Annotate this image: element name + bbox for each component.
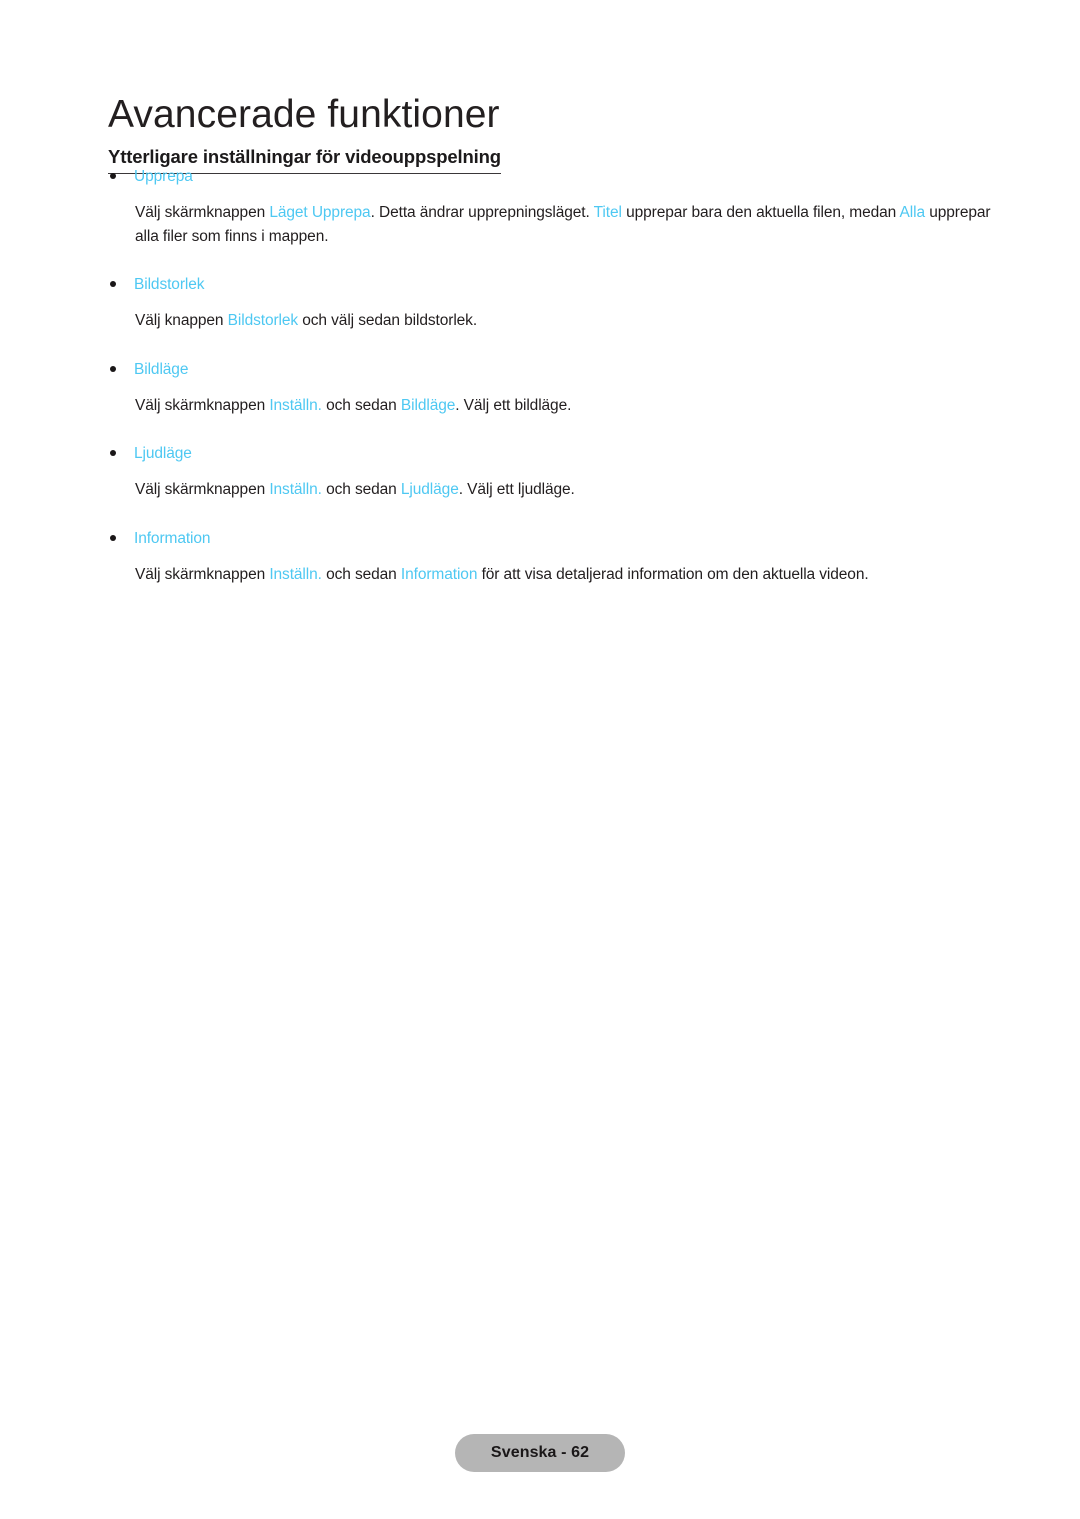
bullet-row: Upprepa (0, 166, 1080, 188)
entry-description: Välj skärmknappen Läget Upprepa. Detta ä… (0, 201, 1080, 248)
description-text: . Välj ett ljudläge. (458, 481, 575, 498)
bullet-row: Information (0, 528, 1080, 550)
description-text: . Välj ett bildläge. (455, 396, 572, 414)
bullet-row: Bildstorlek (0, 274, 1080, 296)
bullet-dot-icon (110, 281, 116, 287)
bullet-label: Ljudläge (134, 445, 192, 462)
description-text: och välj sedan bildstorlek. (298, 312, 478, 329)
description-text: och sedan (321, 396, 401, 414)
entry-description: Välj skärmknappen Inställn. och sedan Bi… (0, 394, 1080, 418)
ui-term-highlight: Bildstorlek (227, 312, 299, 329)
ui-term-highlight: Inställn. (269, 481, 322, 498)
bullet-dot-icon (110, 365, 116, 372)
document-page: Avancerade funktioner Ytterligare instäl… (0, 0, 1080, 1519)
bullet-row: Ljudläge (0, 443, 1080, 465)
description-text: Välj skärmknappen (135, 396, 270, 414)
description-text: Välj skärmknappen (135, 204, 270, 221)
description-text: Välj knappen (135, 312, 228, 329)
bullet-label: Bildläge (134, 360, 189, 378)
content-entry: Upprepa Välj skärmknappen Läget Upprepa. … (0, 166, 1080, 274)
bullet-label: Information (134, 529, 211, 547)
description-text: Välj skärmknappen (135, 481, 270, 498)
content-entry: Bildstorlek Välj knappen Bildstorlek och … (0, 274, 1080, 359)
entry-description: Välj knappen Bildstorlek och välj sedan … (0, 309, 1080, 333)
page-title: Avancerade funktioner (108, 93, 500, 137)
ui-term-highlight: Alla (899, 204, 926, 221)
bullet-dot-icon (110, 173, 116, 179)
description-text: för att visa detaljerad information om d… (477, 565, 869, 583)
entry-description: Välj skärmknappen Inställn. och sedan In… (0, 563, 1080, 587)
content-entry: Bildläge Välj skärmknappen Inställn. och … (0, 359, 1080, 444)
entry-description: Välj skärmknappen Inställn. och sedan Lj… (0, 478, 1080, 502)
description-text: och sedan (321, 565, 401, 583)
bullet-row: Bildläge (0, 359, 1080, 381)
ui-term-highlight: Information (400, 565, 478, 583)
description-text: Välj skärmknappen (135, 565, 270, 583)
ui-term-highlight: Läget Upprepa (269, 204, 371, 221)
ui-term-highlight: Inställn. (269, 396, 322, 414)
content-list: Upprepa Välj skärmknappen Läget Upprepa. … (0, 166, 1080, 586)
content-entry: Information Välj skärmknappen Inställn. o… (0, 528, 1080, 587)
ui-term-highlight: Bildläge (400, 396, 456, 414)
page-footer: Svenska - 62 (0, 1434, 1080, 1472)
bullet-label: Bildstorlek (134, 276, 205, 293)
description-text: och sedan (321, 481, 401, 498)
ui-term-highlight: Titel (593, 204, 622, 221)
content-entry: Ljudläge Välj skärmknappen Inställn. och … (0, 443, 1080, 528)
ui-term-highlight: Inställn. (269, 565, 322, 583)
bullet-dot-icon (110, 450, 116, 456)
bullet-label: Upprepa (134, 168, 193, 185)
page-number-badge: Svenska - 62 (455, 1434, 625, 1472)
ui-term-highlight: Ljudläge (400, 481, 459, 498)
description-text: upprepar bara den aktuella filen, medan (621, 204, 900, 221)
description-text: . Detta ändrar upprepningsläget. (370, 204, 594, 221)
bullet-dot-icon (110, 534, 116, 541)
